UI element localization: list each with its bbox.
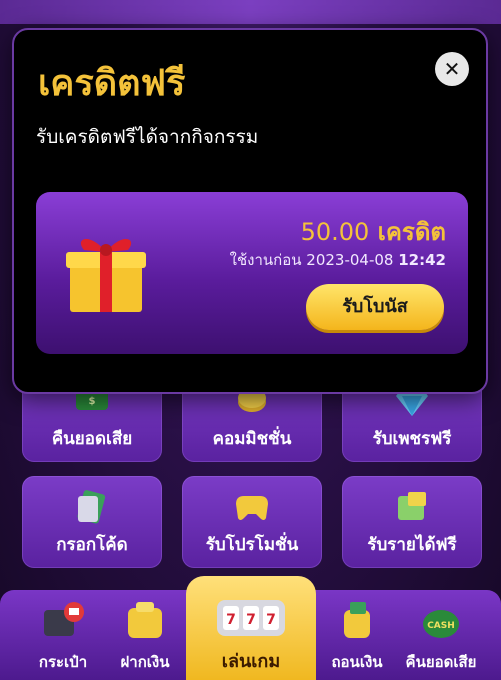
reward-card: 50.00 เครดิต ใช้งานก่อน 2023-04-08 12:42… — [36, 192, 468, 354]
tile-promotion[interactable]: รับโปรโมชั่น — [182, 476, 322, 568]
reward-amount-unit: เครดิต — [377, 218, 446, 246]
tile-enter-code[interactable]: กรอกโค้ด — [22, 476, 162, 568]
tile-label: คืนยอดเสีย — [51, 429, 133, 449]
tile-label: คอมมิชชั่น — [212, 429, 292, 449]
nav-cashback[interactable]: CASH คืนยอดเสีย — [396, 590, 486, 680]
tile-label: กรอกโค้ด — [56, 535, 128, 555]
svg-text:$: $ — [89, 396, 96, 407]
nav-label: กระเป๋า — [38, 653, 88, 671]
nav-wallet[interactable]: กระเป๋า — [18, 590, 108, 680]
svg-text:7: 7 — [246, 612, 256, 628]
withdraw-icon — [344, 602, 370, 638]
close-icon: ✕ — [443, 57, 461, 81]
gamepad-icon — [236, 496, 268, 520]
nav-label: เล่นเกม — [221, 651, 281, 672]
close-button[interactable]: ✕ — [435, 52, 469, 86]
reward-expiry: ใช้งานก่อน 2023-04-08 12:42 — [230, 248, 446, 272]
money-card-icon — [398, 492, 426, 520]
nav-withdraw[interactable]: ถอนเงิน — [312, 590, 402, 680]
nav-label: คืนยอดเสีย — [405, 653, 477, 671]
tile-label: รับรายได้ฟรี — [367, 535, 457, 555]
menu-grid: $ คืนยอดเสีย คอมมิชชั่น รับเพชรฟรี กรอกโ… — [0, 370, 501, 585]
svg-text:CASH: CASH — [427, 621, 455, 631]
tile-label: รับโปรโมชั่น — [205, 535, 299, 555]
code-card-icon — [77, 490, 106, 524]
nav-play-game[interactable]: 7 7 7 เล่นเกม — [186, 576, 316, 680]
cashback-icon: CASH — [423, 610, 459, 638]
modal-title: เครดิตฟรี — [38, 63, 186, 104]
nav-label: ถอนเงิน — [331, 653, 383, 671]
svg-text:7: 7 — [266, 612, 276, 628]
modal-subtitle: รับเครดิตฟรีได้จากกิจกรรม — [36, 126, 259, 148]
slot-machine-icon: 7 7 7 — [217, 600, 285, 636]
wallet-icon — [44, 602, 84, 636]
gift-box-icon — [66, 238, 146, 312]
expiry-time: 12:42 — [398, 251, 446, 269]
tile-free-income[interactable]: รับรายได้ฟรี — [342, 476, 482, 568]
free-credit-modal: เครดิตฟรี ✕ รับเครดิตฟรีได้จากกิจกรรม 50… — [12, 28, 488, 394]
top-bar — [0, 0, 501, 24]
claim-bonus-button[interactable]: รับโบนัส — [306, 284, 444, 330]
nav-deposit[interactable]: ฝากเงิน — [100, 590, 190, 680]
tile-label: รับเพชรฟรี — [372, 429, 452, 449]
expiry-prefix: ใช้งานก่อน — [229, 251, 302, 269]
expiry-date: 2023-04-08 — [306, 251, 394, 269]
nav-label: ฝากเงิน — [120, 653, 170, 671]
svg-text:7: 7 — [226, 612, 236, 628]
reward-amount: 50.00 เครดิต — [301, 212, 446, 251]
deposit-icon — [128, 602, 162, 638]
reward-amount-value: 50.00 — [300, 218, 370, 246]
